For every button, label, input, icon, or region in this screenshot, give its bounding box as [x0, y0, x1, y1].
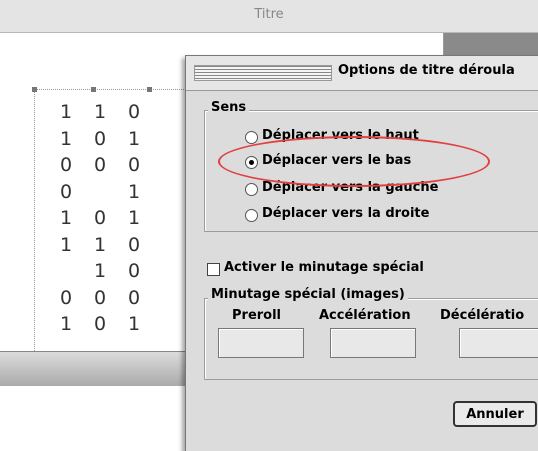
credits-digit: 1: [93, 233, 107, 256]
radio-label: Déplacer vers la droite: [262, 206, 430, 221]
special-timing-group-label: Minutage spécial (images): [208, 287, 408, 302]
credits-digit: 0: [59, 286, 73, 309]
credits-digit: 0: [127, 101, 141, 123]
credits-digit: 1: [127, 207, 141, 229]
titlebar-drag-stripes[interactable]: [194, 65, 332, 81]
credits-digit: 0: [93, 313, 107, 335]
radio-button[interactable]: [245, 131, 258, 144]
dialog-title: Options de titre déroula: [338, 63, 515, 78]
radio-button[interactable]: [245, 183, 258, 196]
dialog-titlebar[interactable]: Options de titre déroula: [186, 56, 538, 91]
acceleration-label: Accélération: [319, 308, 411, 323]
titre-window-title: Titre: [254, 7, 284, 22]
credits-digit: 1: [59, 207, 73, 229]
selection-handle-tr[interactable]: [147, 87, 152, 92]
credits-digit: 1: [93, 260, 107, 282]
credits-digit: 0: [59, 180, 73, 203]
credits-digit: 1: [127, 313, 141, 335]
credits-digit: 1: [127, 180, 141, 203]
annotation-highlight-ellipse: [218, 136, 490, 187]
selection-handle-tl[interactable]: [32, 87, 37, 92]
credits-digit: 1: [59, 101, 73, 123]
credits-digit: 0: [93, 207, 107, 229]
credits-digit: 0: [127, 286, 141, 309]
credits-digit: 0: [93, 286, 107, 309]
preroll-label: Preroll: [232, 308, 282, 323]
credits-text: 1101010000110111010000101: [54, 101, 194, 351]
radio-button[interactable]: [245, 209, 258, 222]
checkbox-box[interactable]: [207, 263, 220, 276]
deceleration-label: Décélératio: [440, 308, 525, 323]
deceleration-input[interactable]: [459, 328, 538, 358]
credits-digit: 0: [127, 233, 141, 256]
cancel-button[interactable]: Annuler: [453, 401, 537, 427]
credits-digit: 1: [127, 127, 141, 150]
credits-digit: 1: [93, 101, 107, 123]
credits-digit: 1: [59, 233, 73, 256]
preroll-input[interactable]: [218, 328, 304, 358]
credits-digit: 1: [59, 127, 73, 150]
credits-digit: 0: [93, 154, 107, 176]
credits-digit: 0: [59, 154, 73, 176]
selection-handle-tm[interactable]: [91, 87, 96, 92]
credits-digit: 0: [127, 154, 141, 176]
credits-digit: 0: [127, 260, 141, 282]
acceleration-input[interactable]: [330, 328, 416, 358]
credits-digit: 0: [93, 127, 107, 150]
direction-group-label: Sens: [208, 100, 250, 115]
checkbox-label: Activer le minutage spécial: [224, 260, 424, 275]
credits-digit: 1: [59, 313, 73, 335]
titre-titlebar[interactable]: Titre: [0, 0, 538, 33]
